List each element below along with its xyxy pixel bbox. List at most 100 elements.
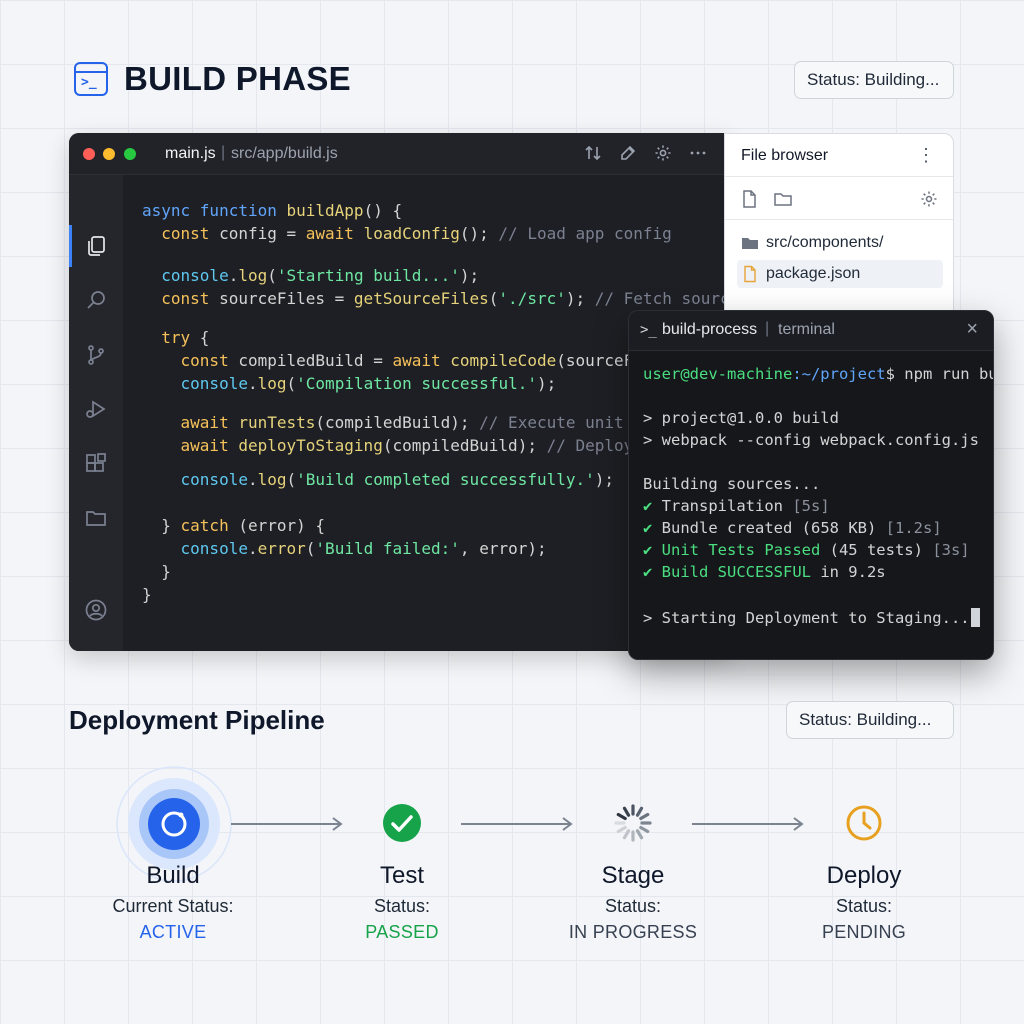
more-options-icon[interactable] [688, 143, 708, 163]
new-folder-icon[interactable] [773, 189, 793, 209]
code-token: 'Build completed successfully.' [296, 470, 595, 489]
code-token: console [142, 470, 248, 489]
extensions-icon[interactable] [84, 452, 108, 476]
code-token: loadConfig [363, 224, 460, 243]
check-circle-icon[interactable] [381, 802, 423, 844]
code-token: compiledBuild = [238, 351, 393, 370]
close-terminal-icon[interactable]: × [966, 318, 978, 341]
sort-arrows-icon[interactable] [583, 143, 603, 163]
code-token: await [392, 351, 451, 370]
code-token: (compiledBuild); [382, 436, 547, 455]
clock-icon[interactable] [844, 803, 884, 843]
code-token: await [305, 224, 364, 243]
code-token: try [142, 328, 200, 347]
file-item-folder[interactable]: src/components/ [737, 229, 943, 257]
code-token: const [142, 289, 220, 308]
build-step-extra: (45 tests) [820, 541, 923, 559]
source-control-icon[interactable] [84, 343, 108, 367]
code-token: } [142, 516, 181, 535]
stage-label-deploy: Status: [835, 896, 893, 916]
close-window-button[interactable] [83, 148, 95, 160]
code-line: const sourceFiles = getSourceFiles('./sr… [142, 289, 729, 308]
build-step-duration: [1.2s] [885, 519, 942, 537]
spinner-icon[interactable] [612, 802, 654, 844]
terminal-final-line: > Starting Deployment to Staging... [643, 608, 980, 627]
deploy-line-text: > Starting Deployment to Staging... [643, 609, 970, 627]
code-line: } [142, 562, 171, 581]
code-token: ); [536, 374, 557, 393]
build-step-text: Unit Tests Passed [661, 541, 821, 559]
code-line: console.log('Compilation successful.'); [142, 374, 557, 393]
build-step-duration: [3s] [932, 541, 970, 559]
editor-tab-path: src/app/build.js [231, 145, 338, 162]
search-icon[interactable] [84, 288, 108, 312]
code-token: runTests [238, 413, 316, 432]
code-token: ); [565, 289, 595, 308]
stage-name-deploy: Deploy [826, 862, 902, 889]
terminal-output-line: > webpack --config webpack.config.js [643, 431, 979, 449]
terminal-prompt-line: user@dev-machine:~/project$ npm run buil… [643, 365, 993, 383]
minimize-window-button[interactable] [103, 148, 115, 160]
code-token: // Load app config [498, 224, 672, 243]
terminal-divider: | [765, 320, 770, 337]
code-token: deployToStaging [238, 436, 383, 455]
code-token: config = [219, 224, 306, 243]
stage-name-test: Test [379, 862, 424, 889]
folder-icon [742, 238, 758, 249]
terminal-cursor [970, 608, 980, 627]
stage-label-stage: Status: [604, 896, 662, 916]
code-token: ); [459, 266, 480, 285]
code-token: console [142, 266, 229, 285]
explorer-files-icon[interactable] [84, 234, 108, 258]
code-token: ( [305, 539, 316, 558]
prompt-command: $ npm run build [885, 365, 993, 383]
code-token: { [199, 328, 210, 347]
kebab-menu-icon[interactable]: ⋮ [917, 145, 935, 166]
code-token: , error); [459, 539, 547, 558]
code-token: await [142, 413, 239, 432]
stage-name-build: Build [146, 862, 200, 889]
check-mark-icon: ✔ [643, 497, 662, 515]
code-token: compileCode [450, 351, 557, 370]
code-token: (error) { [238, 516, 326, 535]
code-token: 'Starting build...' [276, 266, 460, 285]
code-token: log [257, 470, 287, 489]
code-token: () { [363, 201, 403, 220]
code-line: try { [142, 328, 209, 347]
code-token: console [142, 374, 248, 393]
code-token: console [142, 539, 248, 558]
build-step-text: Transpilation [661, 497, 783, 515]
code-token: ( [286, 374, 297, 393]
file-browser-settings-icon[interactable] [919, 189, 939, 209]
file-item-package-json[interactable]: package.json [737, 260, 943, 288]
code-line: const compiledBuild = await compileCode(… [142, 351, 692, 370]
editor-tab-file[interactable]: main.js [165, 145, 216, 163]
build-step-line: ✔ Bundle created (658 KB) [1.2s] [643, 519, 942, 537]
edit-icon[interactable] [618, 143, 638, 163]
code-token: ( [286, 470, 297, 489]
settings-gear-icon[interactable] [653, 143, 673, 163]
new-file-icon[interactable] [739, 189, 759, 209]
file-item-label: package.json [766, 265, 861, 282]
code-token: 'Compilation successful.' [296, 374, 537, 393]
account-icon[interactable] [84, 598, 108, 622]
active-indicator [69, 225, 72, 267]
run-debug-icon[interactable] [84, 397, 108, 421]
code-token: function [199, 201, 287, 220]
folder-icon[interactable] [84, 506, 108, 530]
code-token: await [142, 436, 239, 455]
maximize-window-button[interactable] [124, 148, 136, 160]
build-step-line: ✔ Unit Tests Passed (45 tests) [3s] [643, 541, 970, 559]
build-step-line: ✔ Build SUCCESSFUL in 9.2s [643, 563, 886, 581]
code-line: await deployToStaging(compiledBuild); //… [142, 436, 701, 455]
code-line: await runTests(compiledBuild); // Execut… [142, 413, 682, 432]
check-mark-icon: ✔ [643, 519, 662, 537]
pipeline-arrow-icon [231, 817, 343, 831]
code-token: (); [459, 224, 499, 243]
code-token: buildApp [286, 201, 364, 220]
stage-status-test: PASSED [365, 922, 439, 942]
code-line: const config = await loadConfig(); // Lo… [142, 224, 672, 243]
code-token: } [142, 562, 171, 581]
stage-status-deploy: PENDING [821, 922, 907, 942]
file-icon [744, 265, 756, 283]
